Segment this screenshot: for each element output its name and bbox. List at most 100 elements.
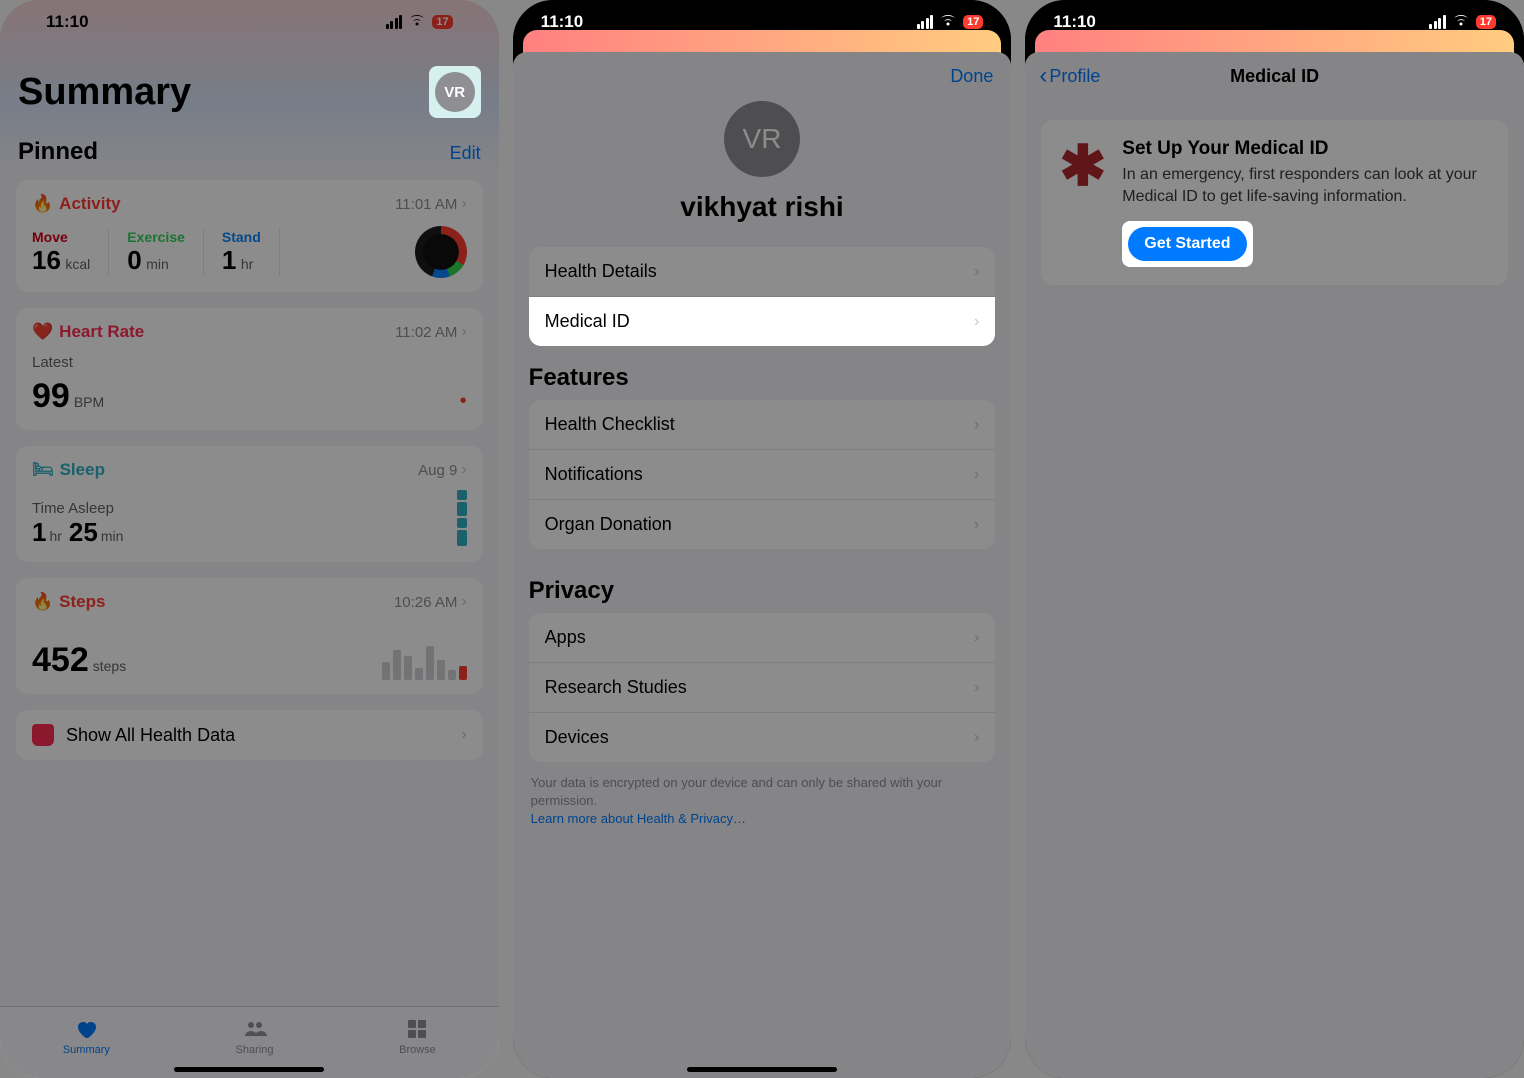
sleep-card[interactable]: 🛏 Sleep Aug 9 › Time Asleep 1 hr 25 min [16, 446, 483, 562]
status-time: 11:10 [541, 12, 584, 32]
devices-label: Devices [545, 727, 609, 748]
nav-title: Medical ID [1230, 66, 1319, 87]
show-all-health-row[interactable]: Show All Health Data › [16, 710, 483, 760]
move-value: 16 [32, 245, 61, 275]
chevron-right-icon: › [974, 629, 979, 647]
steps-chart-icon [382, 634, 467, 680]
heart-fill-icon [72, 1017, 100, 1041]
avatar: VR [435, 72, 475, 112]
health-checklist-row[interactable]: Health Checklist › [529, 400, 996, 450]
back-label: Profile [1049, 66, 1100, 87]
medical-id-setup-card: ✱ Set Up Your Medical ID In an emergency… [1041, 120, 1508, 285]
medical-card-desc: In an emergency, first responders can lo… [1122, 164, 1490, 207]
heart-dot-icon: • [460, 390, 467, 413]
chevron-right-icon: › [974, 729, 979, 747]
exercise-label: Exercise [127, 229, 185, 245]
health-details-label: Health Details [545, 261, 657, 282]
chevron-right-icon: › [461, 323, 466, 341]
user-name: vikhyat rishi [513, 191, 1012, 223]
steps-value: 452 [32, 641, 89, 680]
research-studies-row[interactable]: Research Studies › [529, 663, 996, 713]
heart-label: Heart Rate [59, 322, 144, 342]
stand-label: Stand [222, 229, 261, 245]
sleep-time: Aug 9 [418, 462, 457, 479]
flame-icon: 🔥 [32, 194, 53, 214]
status-time: 11:10 [1053, 12, 1096, 32]
avatar-large: VR [724, 101, 800, 177]
exercise-value: 0 [127, 245, 141, 275]
privacy-header: Privacy [529, 577, 996, 605]
exercise-unit: min [146, 256, 169, 272]
chevron-right-icon: › [974, 313, 979, 331]
activity-card[interactable]: 🔥 Activity 11:01 AM › Move 16 kcal Exerc… [16, 180, 483, 292]
medical-id-row[interactable]: Medical ID › [529, 297, 996, 346]
tab-browse[interactable]: Browse [399, 1017, 436, 1056]
wifi-icon [1452, 13, 1470, 31]
organ-donation-label: Organ Donation [545, 514, 672, 535]
back-button[interactable]: ‹ Profile [1039, 62, 1100, 90]
battery-badge: 17 [432, 15, 452, 29]
learn-more-link[interactable]: Learn more about Health & Privacy… [531, 811, 746, 826]
stand-value: 1 [222, 245, 236, 275]
steps-time: 10:26 AM [394, 594, 457, 611]
grid-icon [403, 1017, 431, 1041]
done-button[interactable]: Done [950, 66, 993, 87]
show-all-label: Show All Health Data [66, 725, 235, 746]
sleep-hours-unit: hr [49, 528, 61, 544]
chevron-left-icon: ‹ [1039, 62, 1047, 90]
apps-row[interactable]: Apps › [529, 613, 996, 663]
steps-unit: steps [93, 658, 126, 674]
chevron-right-icon: › [974, 516, 979, 534]
page-title: Summary [18, 71, 191, 114]
research-studies-label: Research Studies [545, 677, 687, 698]
chevron-right-icon: › [974, 416, 979, 434]
apps-label: Apps [545, 627, 586, 648]
signal-icon [917, 15, 934, 29]
signal-icon [386, 15, 403, 29]
activity-label: Activity [59, 194, 120, 214]
bed-icon: 🛏 [32, 460, 54, 480]
sleep-label: Sleep [60, 460, 105, 480]
heart-time: 11:02 AM [395, 324, 457, 341]
sleep-min-unit: min [101, 528, 124, 544]
chevron-right-icon: › [461, 726, 466, 744]
chevron-right-icon: › [974, 263, 979, 281]
medical-asterisk-icon: ✱ [1059, 144, 1106, 267]
battery-badge: 17 [1476, 15, 1496, 29]
battery-badge: 17 [963, 15, 983, 29]
sleep-metric-label: Time Asleep [32, 500, 123, 517]
health-app-icon [32, 724, 54, 746]
pinned-header: Pinned [18, 138, 98, 166]
heart-icon: ❤️ [32, 322, 53, 342]
flame-icon: 🔥 [32, 592, 53, 612]
phone-summary: 11:10 17 Summary VR Pinned Edit [0, 0, 499, 1078]
signal-icon [1429, 15, 1446, 29]
activity-time: 11:01 AM [395, 196, 457, 213]
sleep-chart-icon [457, 490, 467, 548]
medical-card-title: Set Up Your Medical ID [1122, 138, 1490, 160]
edit-button[interactable]: Edit [450, 143, 481, 164]
health-checklist-label: Health Checklist [545, 414, 675, 435]
health-details-row[interactable]: Health Details › [529, 247, 996, 297]
notifications-row[interactable]: Notifications › [529, 450, 996, 500]
get-started-button[interactable]: Get Started [1128, 227, 1246, 261]
tab-browse-label: Browse [399, 1044, 436, 1056]
heart-unit: BPM [74, 394, 104, 410]
chevron-right-icon: › [461, 593, 466, 611]
features-header: Features [529, 364, 996, 392]
devices-row[interactable]: Devices › [529, 713, 996, 762]
phone-profile: 11:10 17 Done VR vikhyat rishi Health De… [513, 0, 1012, 1078]
notifications-label: Notifications [545, 464, 643, 485]
tab-sharing[interactable]: Sharing [236, 1017, 274, 1056]
heart-rate-card[interactable]: ❤️ Heart Rate 11:02 AM › Latest 99 BPM • [16, 308, 483, 430]
steps-card[interactable]: 🔥 Steps 10:26 AM › 452 steps [16, 578, 483, 694]
stand-unit: hr [241, 256, 253, 272]
organ-donation-row[interactable]: Organ Donation › [529, 500, 996, 549]
privacy-footnote: Your data is encrypted on your device an… [531, 775, 942, 808]
phone-medical-id: 11:10 17 ‹ Profile Medical ID ✱ [1025, 0, 1524, 1078]
activity-rings-icon [415, 226, 467, 278]
tab-summary-label: Summary [63, 1044, 110, 1056]
tab-summary[interactable]: Summary [63, 1017, 110, 1056]
profile-avatar-button[interactable]: VR [429, 66, 481, 118]
heart-value: 99 [32, 377, 70, 416]
